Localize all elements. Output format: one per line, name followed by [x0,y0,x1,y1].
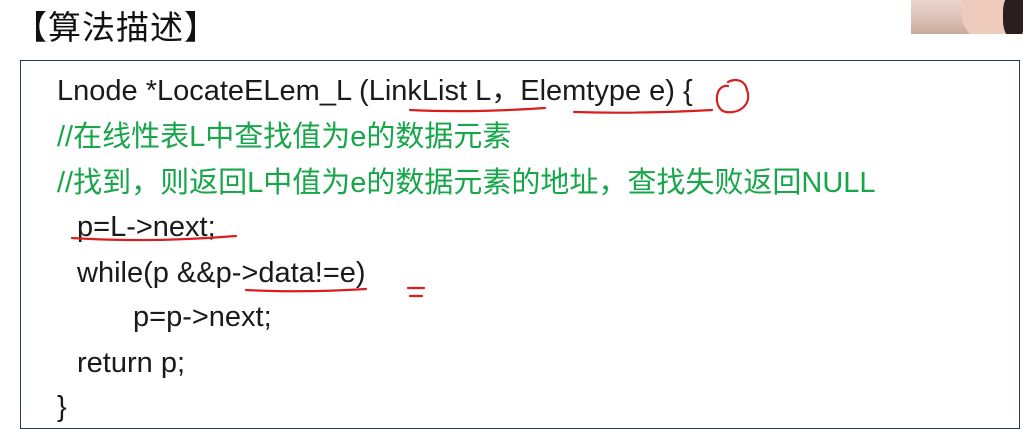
code-block: Lnode *LocateELem_L (LinkList L，Elemtype… [20,60,1020,429]
code-line-signature: Lnode *LocateELem_L (LinkList L，Elemtype… [57,75,693,107]
code-line-closing-brace: } [57,391,67,423]
code-comment-2: //找到，则返回L中值为e的数据元素的地址，查找失败返回NULL [57,167,876,199]
code-comment-1: //在线性表L中查找值为e的数据元素 [57,121,512,153]
webcam-overlay [911,0,1023,34]
presenter-hair [1003,0,1023,34]
code-line-advance: p=p->next; [133,301,272,333]
section-title: 【算法描述】 [14,9,218,46]
code-line-assign: p=L->next; [77,211,216,243]
code-line-while: while(p &&p->data!=e) [77,257,366,289]
code-line-return: return p; [77,347,185,379]
